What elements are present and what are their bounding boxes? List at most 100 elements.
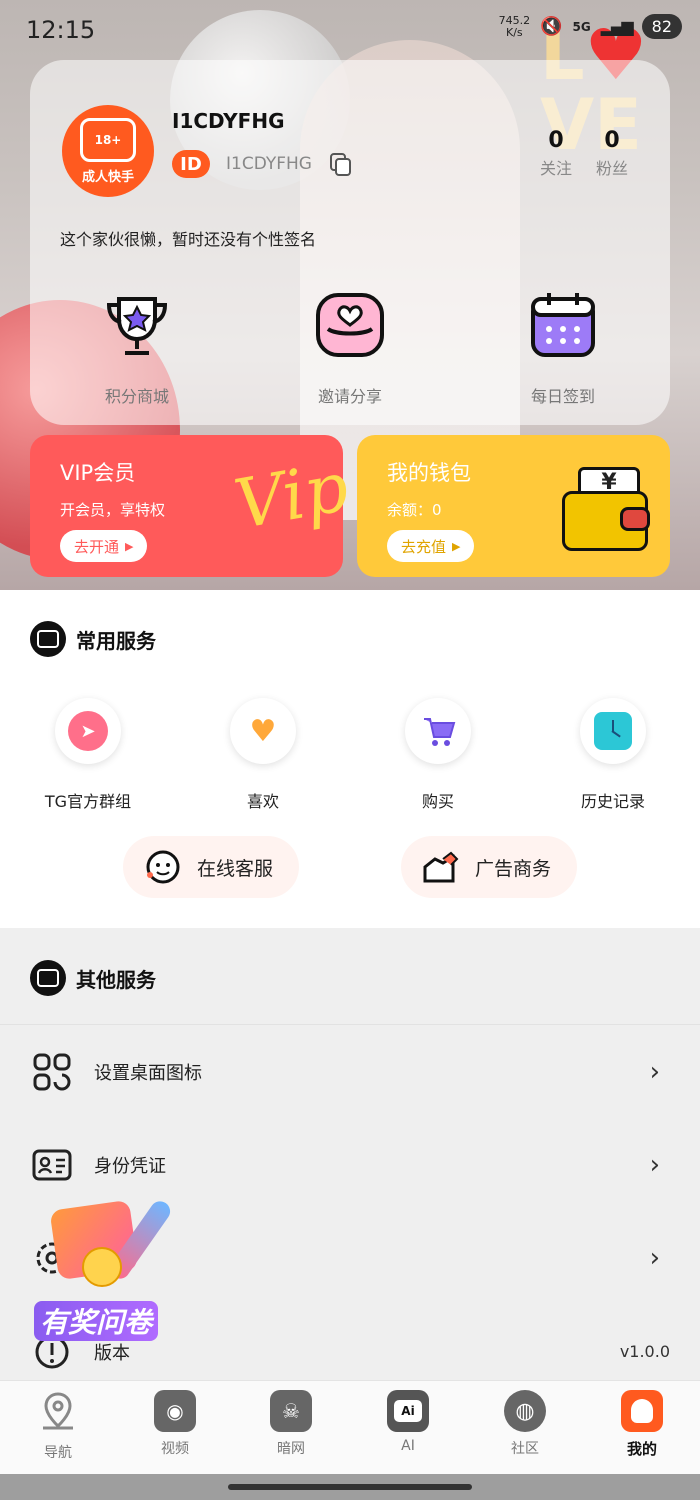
hearts-icon: ♥ <box>230 698 296 764</box>
telegram-icon: ➤ <box>55 698 121 764</box>
tab-label: 我的 <box>626 1440 657 1458</box>
divider <box>0 1024 700 1025</box>
vip-open-label: 去开通 <box>74 537 120 556</box>
tab-label: 暗网 <box>277 1441 305 1457</box>
support-face-icon <box>146 850 180 884</box>
planet-icon: ◍ <box>504 1390 546 1432</box>
row-set-desktop-icon[interactable]: 设置桌面图标 › <box>0 1032 700 1112</box>
version-value: v1.0.0 <box>619 1342 670 1361</box>
other-services-title: 其他服务 <box>76 967 156 992</box>
tab-label: 导航 <box>44 1445 72 1461</box>
row-label: 身份凭证 <box>94 1156 166 1177</box>
play-arrow-icon: ▶ <box>125 539 134 553</box>
common-services-title: 常用服务 <box>76 628 156 653</box>
ticket-icon <box>30 960 66 996</box>
service-purchase[interactable]: 购买 <box>378 698 498 812</box>
quick-action-label: 每日签到 <box>530 387 595 406</box>
follow-count: 0 <box>548 128 564 153</box>
play-arrow-icon: ▶ <box>452 539 461 553</box>
ai-icon: Ai <box>387 1390 429 1432</box>
net-speed: 745.2 K/s <box>498 13 531 39</box>
logo-badge: 18+ <box>94 132 122 147</box>
tab-label: 社区 <box>511 1441 539 1457</box>
id-badge: ID <box>172 150 210 178</box>
wallet-recharge-label: 去充值 <box>401 537 447 556</box>
online-support-label: 在线客服 <box>197 857 274 880</box>
wallet-recharge-button[interactable]: 去充值 ▶ <box>387 530 475 562</box>
fans-label: 粉丝 <box>595 159 628 178</box>
ticket-icon <box>30 621 66 657</box>
service-like[interactable]: ♥ 喜欢 <box>203 698 323 812</box>
signal-bars-icon: ▂▄▆ <box>600 17 634 36</box>
quick-action-label: 积分商城 <box>104 387 169 406</box>
vip-card[interactable]: VIP会员 开会员，享特权 去开通 ▶ Vip <box>30 435 354 577</box>
user-bio: 这个家伙很懒，暂时还没有个性签名 <box>60 230 317 249</box>
survey-promo-badge[interactable]: 有奖问卷 <box>30 1195 180 1345</box>
ad-business-label: 广告商务 <box>475 857 552 880</box>
video-camera-icon: 18+ <box>80 117 136 162</box>
signal-5g: 5G <box>572 19 591 34</box>
online-support-button[interactable]: 在线客服 <box>123 836 299 898</box>
tab-navigation[interactable]: 导航 <box>8 1390 108 1462</box>
vip-open-button[interactable]: 去开通 ▶ <box>60 530 148 562</box>
row-label: 设置桌面图标 <box>94 1063 202 1084</box>
system-navigation-bar <box>0 1474 700 1500</box>
tab-ai[interactable]: Ai AI <box>358 1390 458 1454</box>
ad-business-button[interactable]: 广告商务 <box>401 836 577 898</box>
profile-icon <box>621 1390 663 1432</box>
tab-darkweb[interactable]: ☠ 暗网 <box>241 1390 341 1458</box>
username: I1CDYFHG <box>172 109 285 133</box>
tab-label: AI <box>401 1438 415 1454</box>
video-camera-icon: ◉ <box>154 1390 196 1432</box>
trophy-icon <box>106 297 168 355</box>
grid-icon <box>33 1053 71 1091</box>
common-services-header: 常用服务 <box>30 621 156 657</box>
vip-title: VIP会员 <box>60 461 136 485</box>
avatar[interactable]: 18+ 成人快手 <box>62 105 154 197</box>
mute-icon: 🔇 <box>540 16 563 37</box>
service-label: 喜欢 <box>246 792 279 811</box>
battery-indicator: 82 <box>641 14 682 39</box>
wallet-clasp <box>620 507 650 531</box>
wallet-card[interactable]: 我的钱包 余额：0 去充值 ▶ ¥ <box>357 435 670 577</box>
promo-text: 有奖问卷 <box>34 1301 159 1341</box>
tab-community[interactable]: ◍ 社区 <box>475 1390 575 1458</box>
heart-hand-icon <box>316 293 384 357</box>
tab-label: 视频 <box>161 1441 189 1457</box>
skull-icon: ☠ <box>270 1390 312 1432</box>
status-icons: 745.2 K/s 🔇 5G ▂▄▆ 82 <box>499 14 682 39</box>
chevron-right-icon: › <box>649 1150 660 1180</box>
quick-action-invite-share[interactable]: 邀请分享 <box>270 285 430 407</box>
service-history[interactable]: 历史记录 <box>553 698 673 812</box>
vip-subtitle: 开会员，享特权 <box>60 501 166 519</box>
tab-video[interactable]: ◉ 视频 <box>125 1390 225 1458</box>
wallet-title: 我的钱包 <box>387 461 471 485</box>
calendar-icon <box>531 293 595 357</box>
status-bar: 12:15 745.2 K/s 🔇 5G ▂▄▆ 82 <box>0 0 700 60</box>
copy-icon[interactable] <box>330 153 352 177</box>
status-time: 12:15 <box>26 16 96 44</box>
wallet-icon: ¥ <box>562 467 650 551</box>
chevron-right-icon: › <box>649 1057 660 1087</box>
row-identity-credential[interactable]: 身份凭证 › <box>0 1125 700 1205</box>
handshake-icon <box>423 851 459 883</box>
home-indicator[interactable] <box>228 1484 472 1490</box>
wallet-balance: 余额：0 <box>387 501 442 519</box>
service-label: 购买 <box>421 792 454 811</box>
fans-stat[interactable]: 0 粉丝 <box>582 128 642 179</box>
tab-mine[interactable]: 我的 <box>592 1390 692 1459</box>
vip-art: Vip <box>229 447 355 546</box>
cart-icon <box>405 698 471 764</box>
clock-icon <box>580 698 646 764</box>
service-label: 历史记录 <box>580 792 645 811</box>
follow-stat[interactable]: 0 关注 <box>526 128 586 179</box>
location-pin-icon <box>43 1392 73 1430</box>
service-label: TG官方群组 <box>44 792 132 811</box>
follow-label: 关注 <box>539 159 572 178</box>
service-tg-group[interactable]: ➤ TG官方群组 <box>28 698 148 812</box>
logo-text: 成人快手 <box>81 169 134 185</box>
quick-action-daily-checkin[interactable]: 每日签到 <box>483 285 643 407</box>
user-id: I1CDYFHG <box>226 154 312 174</box>
chevron-right-icon: › <box>649 1243 660 1273</box>
quick-action-points-mall[interactable]: 积分商城 <box>57 285 217 407</box>
